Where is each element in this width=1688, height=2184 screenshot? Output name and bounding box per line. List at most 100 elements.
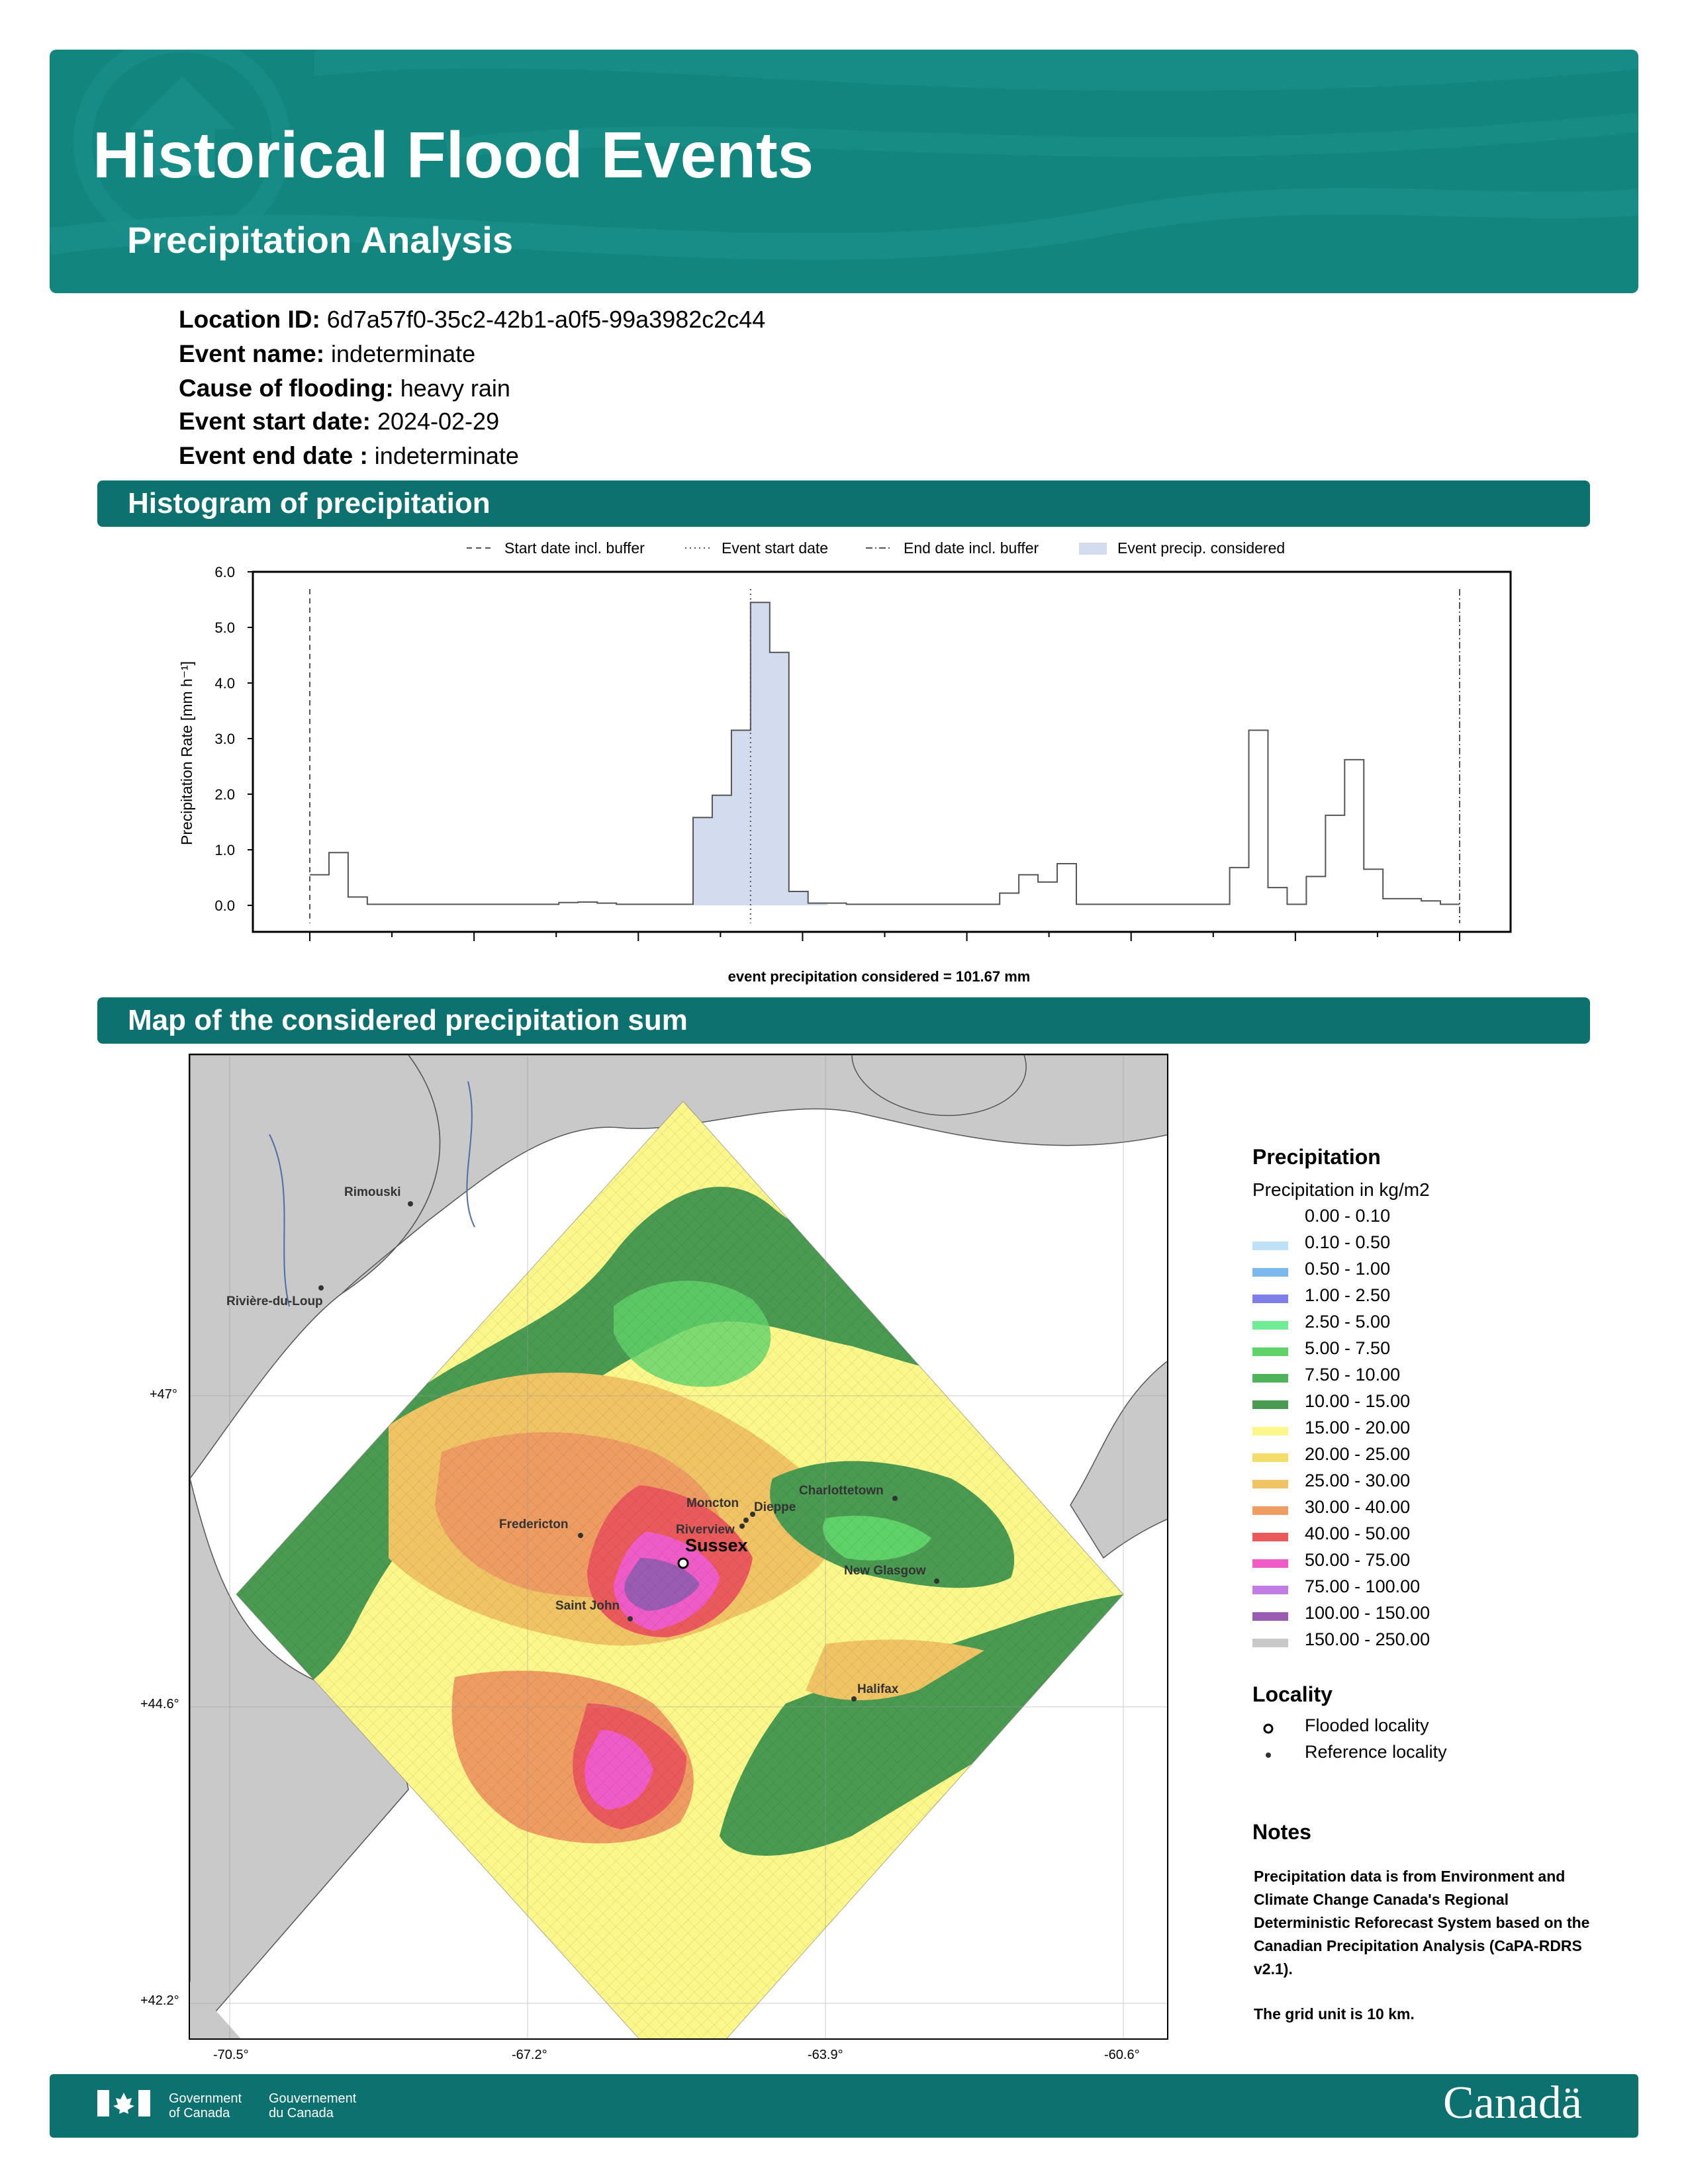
page-subtitle: Precipitation Analysis — [127, 219, 513, 261]
section-map: Map of the considered precipitation sum — [97, 997, 1590, 1044]
legend-label: 5.00 - 7.50 — [1305, 1338, 1391, 1358]
legend-swatch — [1252, 1639, 1288, 1647]
legend-swatch — [1252, 1295, 1288, 1303]
lat-tick-3: +42.2° — [140, 1993, 179, 2008]
legend-label: 15.00 - 20.00 — [1305, 1418, 1411, 1437]
legend-item: 30.00 - 40.00 — [1252, 1497, 1550, 1524]
city-riviere-du-loup: Rivière-du-Loup — [226, 1295, 323, 1308]
lat-tick-2: +44.6° — [140, 1697, 179, 1711]
event-precip-caption: event precipitation considered = 101.67 … — [728, 968, 1031, 985]
canada-flag-icon — [97, 2090, 150, 2116]
info-end-date: Event end date : indeterminate — [179, 442, 519, 469]
lat-tick-1: +47° — [150, 1387, 177, 1402]
event-bar — [750, 602, 771, 905]
legend-item: 2.50 - 5.00 — [1252, 1312, 1550, 1338]
y-ticks: 0.0 1.0 2.0 3.0 4.0 5.0 6.0 — [214, 564, 253, 914]
legend-item: 25.00 - 30.00 — [1252, 1471, 1550, 1497]
locality-title: Locality — [1252, 1682, 1333, 1706]
legend-item: 7.50 - 10.00 — [1252, 1365, 1550, 1391]
footer: Government of Canada Gouvernement du Canad… — [50, 2074, 1638, 2138]
legend-item: 10.00 - 15.00 — [1252, 1391, 1550, 1418]
legend-list: 0.00 - 0.10 0.10 - 0.50 0.50 - 1.00 1.00 - … — [1252, 1206, 1550, 1656]
notes-title: Notes — [1252, 1820, 1311, 1844]
legend-label: 30.00 - 40.00 — [1305, 1497, 1411, 1517]
legend-swatch — [1252, 1453, 1288, 1462]
legend-label: 0.10 - 0.50 — [1305, 1232, 1391, 1252]
legend-label: 1.00 - 2.50 — [1305, 1285, 1391, 1305]
info-start-date: Event start date: 2024-02-29 — [179, 408, 500, 435]
y-tick-label: 1.0 — [214, 842, 235, 858]
event-bar — [788, 891, 809, 905]
legend-swatch — [1252, 1215, 1288, 1224]
info-cause: Cause of flooding: heavy rain — [179, 375, 510, 402]
legend-swatch — [1252, 1400, 1288, 1409]
notes-text: Precipitation data is from Environment a… — [1254, 1868, 1590, 1978]
precipitation-map[interactable]: Rimouski Rivière-du-Loup Charlottetown M… — [189, 1054, 1168, 2040]
legend-swatch — [1252, 1612, 1288, 1621]
city-charlottetown: Charlottetown — [799, 1484, 884, 1498]
y-tick-label: 2.0 — [214, 786, 235, 803]
legend-label: 7.50 - 10.00 — [1305, 1365, 1401, 1385]
legend-label: 40.00 - 50.00 — [1305, 1524, 1411, 1543]
info-location-id: Location ID: 6d7a57f0-35c2-42b1-a0f5-99a… — [179, 306, 766, 333]
legend-label: 100.00 - 150.00 — [1305, 1603, 1430, 1623]
legend-subtitle: Precipitation in kg/m2 — [1252, 1179, 1430, 1200]
legend-item: 100.00 - 150.00 — [1252, 1603, 1550, 1629]
legend-item: 50.00 - 75.00 — [1252, 1550, 1550, 1576]
legend-item: 15.00 - 20.00 — [1252, 1418, 1550, 1444]
legend-reference: Reference locality — [1252, 1742, 1517, 1768]
page-title: Historical Flood Events — [93, 118, 814, 191]
city-fredericton: Fredericton — [499, 1518, 569, 1531]
legend-swatch — [1252, 1559, 1288, 1568]
y-tick-label: 0.0 — [214, 897, 235, 914]
legend-swatch — [1252, 1480, 1288, 1488]
y-tick-label: 4.0 — [214, 675, 235, 692]
y-axis-label: Precipitation Rate [mm h⁻¹] — [178, 661, 195, 845]
y-tick-label: 3.0 — [214, 731, 235, 747]
legend-label: 10.00 - 15.00 — [1305, 1391, 1411, 1411]
legend-label: 20.00 - 25.00 — [1305, 1444, 1411, 1464]
legend-label: 0.00 - 0.10 — [1305, 1206, 1391, 1226]
legend-item: 0.50 - 1.00 — [1252, 1259, 1550, 1285]
legend-item: 0.10 - 0.50 — [1252, 1232, 1550, 1259]
legend-end-buffer: End date incl. buffer — [904, 539, 1039, 557]
x-ticks — [309, 932, 1460, 941]
legend-event-precip: Event precip. considered — [1117, 539, 1285, 557]
legend-label: 50.00 - 75.00 — [1305, 1550, 1411, 1570]
reference-lines — [309, 589, 1460, 923]
city-dieppe: Dieppe — [754, 1500, 796, 1514]
plot-frame — [252, 570, 1512, 933]
lon-tick-2: -67.2° — [512, 2048, 547, 2062]
event-fill — [693, 602, 828, 905]
city-rimouski: Rimouski — [344, 1185, 401, 1199]
city-moncton: Moncton — [686, 1496, 739, 1510]
y-tick-label: 6.0 — [214, 564, 235, 580]
notes-grid: The grid unit is 10 km. — [1254, 2005, 1415, 2023]
legend-swatch — [1252, 1321, 1288, 1330]
legend-swatch — [1252, 1374, 1288, 1383]
legend-swatch — [1252, 1242, 1288, 1250]
lon-tick-4: -60.6° — [1104, 2048, 1140, 2062]
precipitation-histogram: Start date incl. buffer Event start date… — [178, 539, 1512, 985]
legend-item: 1.00 - 2.50 — [1252, 1285, 1550, 1312]
legend-swatch — [1252, 1586, 1288, 1594]
event-bar — [769, 652, 790, 905]
info-event-name: Event name: indeterminate — [179, 340, 476, 367]
legend-title: Precipitation — [1252, 1145, 1381, 1169]
city-riverview: Riverview — [676, 1523, 735, 1537]
city-new-glasgow: New Glasgow — [844, 1564, 926, 1578]
gov-fr: Gouvernement du Canada — [269, 2091, 357, 2120]
legend-flooded: Flooded locality — [1252, 1715, 1517, 1742]
legend-swatch — [1252, 1427, 1288, 1435]
city-saint-john: Saint John — [555, 1599, 620, 1613]
legend-item: 0.00 - 0.10 — [1252, 1206, 1550, 1232]
flooded-icon — [1263, 1723, 1274, 1734]
land-cape-breton — [1070, 1361, 1167, 1559]
city-sussex: Sussex — [685, 1535, 748, 1555]
legend-item: 40.00 - 50.00 — [1252, 1524, 1550, 1550]
section-histogram: Histogram of precipitation — [97, 480, 1590, 527]
chart-legend: Start date incl. buffer Event start date… — [467, 539, 1285, 557]
legend-label: 0.50 - 1.00 — [1305, 1259, 1391, 1279]
map-canvas: Rimouski Rivière-du-Loup Charlottetown M… — [190, 1055, 1167, 2038]
legend-item: 5.00 - 7.50 — [1252, 1338, 1550, 1365]
